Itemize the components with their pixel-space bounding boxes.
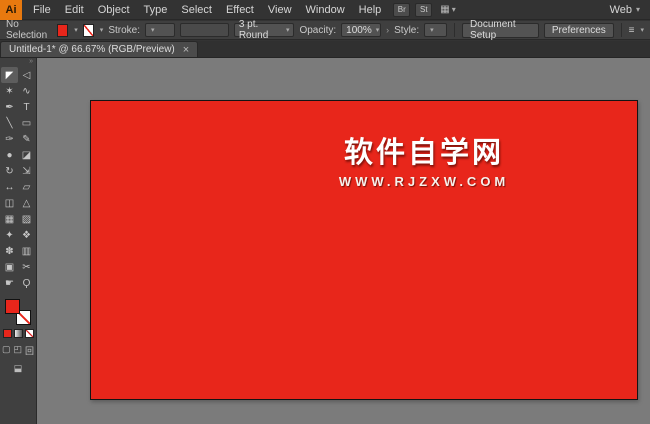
watermark: 软件自学网 WWW.RJZXW.COM bbox=[309, 129, 538, 189]
workspace-label: Web bbox=[609, 3, 632, 16]
color-button[interactable] bbox=[2, 329, 12, 338]
stroke-weight-dropdown[interactable]: ▾ bbox=[145, 23, 175, 37]
zoom-tool[interactable]: Ϙ bbox=[18, 275, 35, 291]
lasso-tool[interactable]: ∿ bbox=[18, 83, 35, 99]
control-bar: No Selection ▾ ▾ Stroke: ▾ 3 pt. Round ▾… bbox=[0, 19, 650, 41]
free-transform-tool[interactable]: ▱ bbox=[18, 179, 35, 195]
watermark-title: 软件自学网 bbox=[344, 137, 505, 169]
chevron-down-icon[interactable]: ▾ bbox=[100, 26, 104, 34]
blend-tool[interactable]: ❖ bbox=[18, 227, 35, 243]
perspective-grid-tool[interactable]: △ bbox=[18, 195, 35, 211]
chevron-down-icon: ▾ bbox=[285, 27, 290, 34]
pencil-tool[interactable]: ✎ bbox=[18, 131, 35, 147]
draw-normal-button[interactable]: ▢ bbox=[2, 344, 11, 357]
artboard[interactable]: 软件自学网 WWW.RJZXW.COM bbox=[90, 100, 638, 400]
chevron-down-icon[interactable]: ▾ bbox=[452, 5, 456, 14]
menu-item[interactable]: Help bbox=[352, 0, 389, 19]
fill-swatch[interactable] bbox=[5, 299, 20, 314]
fill-stroke-control[interactable] bbox=[5, 299, 31, 325]
selection-tool[interactable]: ◤ bbox=[1, 67, 18, 83]
align-options-icon[interactable]: ≡ bbox=[629, 25, 635, 36]
canvas-area[interactable]: 软件自学网 WWW.RJZXW.COM bbox=[37, 58, 650, 424]
column-graph-tool[interactable]: ▥ bbox=[18, 243, 35, 259]
toolbar-collapse-icon[interactable]: » bbox=[0, 58, 36, 67]
appbar-button[interactable]: St bbox=[415, 2, 433, 17]
shape-builder-tool[interactable]: ◫ bbox=[1, 195, 18, 211]
draw-behind-button[interactable]: ◰ bbox=[13, 344, 22, 357]
menu-item[interactable]: File bbox=[26, 0, 58, 19]
menu-bar: Ai File Edit Object Type Select Effect View Win… bbox=[0, 0, 650, 20]
menu-item[interactable]: Window bbox=[299, 0, 352, 19]
chevron-down-icon: ▾ bbox=[151, 27, 155, 34]
chevron-down-icon: ▾ bbox=[635, 5, 640, 14]
workspace-switcher[interactable]: Web ▾ bbox=[610, 4, 640, 16]
arrange-documents-icon[interactable]: ▦ bbox=[440, 4, 449, 15]
blob-brush-tool[interactable]: ● bbox=[1, 147, 18, 163]
gradient-button[interactable] bbox=[13, 329, 23, 338]
document-setup-button[interactable]: Document Setup bbox=[462, 19, 539, 41]
preferences-button[interactable]: Preferences bbox=[543, 22, 614, 38]
variable-width-profile[interactable] bbox=[179, 23, 229, 37]
watermark-url: WWW.RJZXW.COM bbox=[338, 174, 510, 189]
menu-item[interactable]: Effect bbox=[219, 0, 261, 19]
slice-tool[interactable]: ✂ bbox=[18, 259, 35, 275]
scale-tool[interactable]: ⇲ bbox=[18, 163, 35, 179]
fill-color-swatch[interactable] bbox=[57, 23, 69, 37]
style-dropdown[interactable]: ▾ bbox=[424, 23, 448, 37]
selection-status-label: No Selection bbox=[6, 19, 48, 41]
menu-item[interactable]: View bbox=[261, 0, 299, 19]
chevron-down-icon: ▾ bbox=[375, 27, 380, 34]
menu-item[interactable]: Select bbox=[174, 0, 219, 19]
brush-definition-value: 3 pt. Round bbox=[238, 19, 269, 41]
rectangle-tool[interactable]: ▭ bbox=[18, 115, 35, 131]
mesh-tool[interactable]: ▦ bbox=[1, 211, 18, 227]
opacity-field[interactable]: 100% ▾ bbox=[341, 23, 382, 37]
chevron-down-icon: ▾ bbox=[430, 27, 434, 34]
eyedropper-tool[interactable]: ✦ bbox=[1, 227, 18, 243]
chevron-down-icon[interactable]: ▾ bbox=[74, 26, 78, 34]
screen-mode-button[interactable]: ⬓ bbox=[14, 363, 23, 374]
none-button[interactable] bbox=[24, 329, 34, 338]
style-label: Style: bbox=[394, 24, 420, 36]
draw-inside-button[interactable]: 回 bbox=[25, 344, 34, 357]
opacity-label: Opacity: bbox=[299, 24, 337, 36]
paintbrush-tool[interactable]: ✑ bbox=[1, 131, 18, 147]
width-tool[interactable]: ↔ bbox=[1, 179, 18, 195]
chevron-down-icon[interactable]: ▾ bbox=[640, 26, 644, 34]
menu-item[interactable]: Object bbox=[91, 0, 137, 19]
opacity-value: 100% bbox=[346, 24, 372, 36]
line-segment-tool[interactable]: ╲ bbox=[1, 115, 18, 131]
appbar-button[interactable]: Br bbox=[393, 2, 411, 17]
chevron-right-icon[interactable]: › bbox=[386, 25, 389, 35]
main-menu: File Edit Object Type Select Effect View Window… bbox=[26, 0, 388, 19]
hand-tool[interactable]: ☛ bbox=[1, 275, 18, 291]
artboard-tool[interactable]: ▣ bbox=[1, 259, 18, 275]
illustrator-logo: Ai bbox=[0, 0, 22, 20]
document-tab-bar: Untitled-1* @ 66.67% (RGB/Preview) × bbox=[0, 41, 650, 58]
stroke-label: Stroke: bbox=[108, 24, 140, 36]
rotate-tool[interactable]: ↻ bbox=[1, 163, 18, 179]
menu-item[interactable]: Type bbox=[137, 0, 175, 19]
type-tool[interactable]: T bbox=[18, 99, 35, 115]
tools-grid: ◤ ◁ ✶ ∿ ✒ T ╲ ▭ ✑ ✎ ● ◪ ↻ ⇲ ↔ ▱ ◫ △ ▦ ▨ ✦ ❖ ✽ ▥ ▣ ✂ ☛ Ϙ bbox=[0, 67, 36, 291]
eraser-tool[interactable]: ◪ bbox=[18, 147, 35, 163]
gradient-tool[interactable]: ▨ bbox=[18, 211, 35, 227]
brush-definition-dropdown[interactable]: 3 pt. Round ▾ bbox=[233, 19, 295, 41]
pen-tool[interactable]: ✒ bbox=[1, 99, 18, 115]
document-tab-title: Untitled-1* @ 66.67% (RGB/Preview) bbox=[9, 44, 175, 55]
stroke-color-swatch[interactable] bbox=[82, 23, 94, 37]
tools-panel: » ◤ ◁ ✶ ∿ ✒ T ╲ ▭ ✑ ✎ ● ◪ ↻ ⇲ ↔ ▱ ◫ △ ▦ ▨ ✦ ❖ ✽ ▥ ▣ ✂ ☛ Ϙ ▢ ◰ 回 ⬓ bbox=[0, 58, 37, 424]
workspace-content: » ◤ ◁ ✶ ∿ ✒ T ╲ ▭ ✑ ✎ ● ◪ ↻ ⇲ ↔ ▱ ◫ △ ▦ ▨ ✦ ❖ ✽ ▥ ▣ ✂ ☛ Ϙ ▢ ◰ 回 ⬓ 软… bbox=[0, 58, 650, 424]
document-tab[interactable]: Untitled-1* @ 66.67% (RGB/Preview) × bbox=[0, 41, 199, 57]
direct-selection-tool[interactable]: ◁ bbox=[18, 67, 35, 83]
menu-item[interactable]: Edit bbox=[58, 0, 91, 19]
symbol-sprayer-tool[interactable]: ✽ bbox=[1, 243, 18, 259]
magic-wand-tool[interactable]: ✶ bbox=[1, 83, 18, 99]
close-icon[interactable]: × bbox=[183, 44, 189, 55]
